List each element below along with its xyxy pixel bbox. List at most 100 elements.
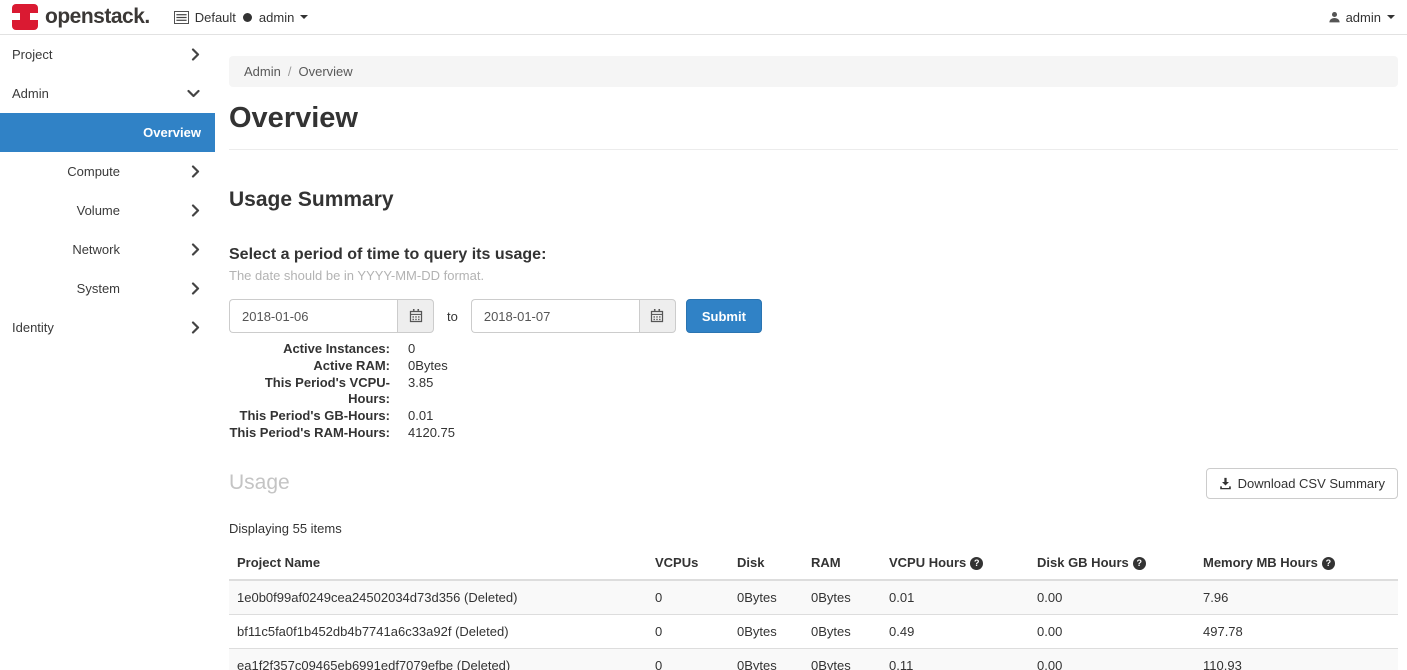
breadcrumb-current: Overview <box>298 64 352 79</box>
calendar-icon[interactable] <box>639 299 676 333</box>
project-name-cell: 1e0b0f99af0249cea24502034d73d356 (Delete… <box>229 580 647 615</box>
calendar-icon[interactable] <box>397 299 434 333</box>
stat-value: 4120.75 <box>408 425 455 442</box>
project-name-cell: bf11c5fa0f1b452db4b7741a6c33a92f (Delete… <box>229 614 647 648</box>
table-header-row: Project NameVCPUsDiskRAMVCPU Hours?Disk … <box>229 546 1398 580</box>
stat-label: This Period's VCPU-Hours: <box>229 375 390 409</box>
value-cell: 0 <box>647 648 729 670</box>
value-cell: 0 <box>647 614 729 648</box>
value-cell: 0Bytes <box>729 648 803 670</box>
date-range-prompt: Select a period of time to query its usa… <box>229 246 1398 264</box>
table-row: ea1f2f357c09465eb6991edf7079efbe (Delete… <box>229 648 1398 670</box>
table-body: 1e0b0f99af0249cea24502034d73d356 (Delete… <box>229 580 1398 670</box>
sidebar-item-overview[interactable]: Overview <box>0 113 215 152</box>
value-cell: 0.00 <box>1029 580 1195 615</box>
breadcrumb-parent[interactable]: Admin <box>244 64 281 79</box>
value-cell: 497.78 <box>1195 614 1398 648</box>
sidebar-item-compute[interactable]: Compute <box>0 152 215 191</box>
stat-row: This Period's VCPU-Hours: 3.85 <box>229 375 1398 409</box>
column-header[interactable]: Disk GB Hours? <box>1029 546 1195 580</box>
column-header[interactable]: Memory MB Hours? <box>1195 546 1398 580</box>
sidebar-item-label: System <box>12 281 120 296</box>
table-row-count: Displaying 55 items <box>229 521 1398 536</box>
column-header[interactable]: Project Name <box>229 546 647 580</box>
column-header-label: Disk <box>737 555 764 570</box>
submit-button[interactable]: Submit <box>686 299 762 333</box>
value-cell: 0.01 <box>881 580 1029 615</box>
value-cell: 0Bytes <box>729 614 803 648</box>
chevron-right-icon <box>191 321 200 334</box>
column-header[interactable]: VCPUs <box>647 546 729 580</box>
sidebar-item-network[interactable]: Network <box>0 230 215 269</box>
download-icon <box>1219 477 1232 490</box>
sidebar: Project Admin Overview Compute Volume <box>0 35 215 669</box>
date-to-input[interactable] <box>471 299 639 333</box>
chevron-down-icon <box>300 15 308 19</box>
project-name-cell: ea1f2f357c09465eb6991edf7079efbe (Delete… <box>229 648 647 670</box>
sidebar-item-volume[interactable]: Volume <box>0 191 215 230</box>
dot-separator-icon <box>243 13 252 22</box>
stat-label: Active Instances: <box>229 341 390 358</box>
table-row: bf11c5fa0f1b452db4b7741a6c33a92f (Delete… <box>229 614 1398 648</box>
stat-row: This Period's GB-Hours:0.01 <box>229 408 1398 425</box>
context-project: admin <box>259 10 294 25</box>
chevron-down-icon <box>1387 15 1395 19</box>
date-from-group <box>229 299 434 333</box>
openstack-logo-icon <box>12 4 38 30</box>
breadcrumb-separator: / <box>288 64 292 79</box>
sidebar-item-project[interactable]: Project <box>0 35 215 74</box>
date-range-form: to Submit <box>229 299 1398 333</box>
date-from-input[interactable] <box>229 299 397 333</box>
stat-value: 3.85 <box>408 375 433 409</box>
chevron-right-icon <box>191 243 200 256</box>
value-cell: 110.93 <box>1195 648 1398 670</box>
page-title: Overview <box>229 102 1398 135</box>
sidebar-item-label: Network <box>12 242 120 257</box>
column-header-label: RAM <box>811 555 841 570</box>
value-cell: 0.49 <box>881 614 1029 648</box>
stat-value: 0Bytes <box>408 358 448 375</box>
download-csv-button[interactable]: Download CSV Summary <box>1206 468 1398 499</box>
sidebar-item-label: Identity <box>12 320 54 335</box>
help-icon[interactable]: ? <box>970 557 983 570</box>
context-switcher[interactable]: Default admin <box>174 10 309 25</box>
value-cell: 0Bytes <box>803 614 881 648</box>
column-header-label: Memory MB Hours <box>1203 555 1318 570</box>
sidebar-item-label: Admin <box>12 86 49 101</box>
value-cell: 7.96 <box>1195 580 1398 615</box>
sidebar-item-label: Project <box>12 47 52 62</box>
column-header-label: VCPUs <box>655 555 698 570</box>
value-cell: 0.11 <box>881 648 1029 670</box>
chevron-right-icon <box>191 282 200 295</box>
column-header[interactable]: Disk <box>729 546 803 580</box>
sidebar-item-system[interactable]: System <box>0 269 215 308</box>
column-header[interactable]: RAM <box>803 546 881 580</box>
column-header-label: Disk GB Hours <box>1037 555 1129 570</box>
user-menu[interactable]: admin <box>1328 10 1395 25</box>
date-format-help: The date should be in YYYY-MM-DD format. <box>229 268 1398 283</box>
value-cell: 0Bytes <box>729 580 803 615</box>
date-to-group <box>471 299 676 333</box>
stat-row: This Period's RAM-Hours:4120.75 <box>229 425 1398 442</box>
user-name: admin <box>1346 10 1381 25</box>
value-cell: 0Bytes <box>803 580 881 615</box>
chevron-right-icon <box>191 165 200 178</box>
stat-label: Active RAM: <box>229 358 390 375</box>
table-row: 1e0b0f99af0249cea24502034d73d356 (Delete… <box>229 580 1398 615</box>
stat-row: Active RAM: 0Bytes <box>229 358 1398 375</box>
help-icon[interactable]: ? <box>1133 557 1146 570</box>
chevron-right-icon <box>191 204 200 217</box>
usage-section-header: Usage Download CSV Summary <box>229 468 1398 499</box>
column-header[interactable]: VCPU Hours? <box>881 546 1029 580</box>
help-icon[interactable]: ? <box>1322 557 1335 570</box>
stat-value: 0 <box>408 341 415 358</box>
sidebar-item-identity[interactable]: Identity <box>0 308 215 347</box>
usage-summary-stats: Active Instances:0Active RAM:0BytesThis … <box>229 341 1398 442</box>
stat-label: This Period's GB-Hours: <box>229 408 390 425</box>
sidebar-item-admin[interactable]: Admin <box>0 74 215 113</box>
chevron-down-icon <box>187 89 200 98</box>
user-icon <box>1328 11 1341 24</box>
domain-list-icon <box>174 11 189 24</box>
usage-summary-heading: Usage Summary <box>229 188 1398 212</box>
main-content: Admin / Overview Overview Usage Summary … <box>215 35 1407 669</box>
